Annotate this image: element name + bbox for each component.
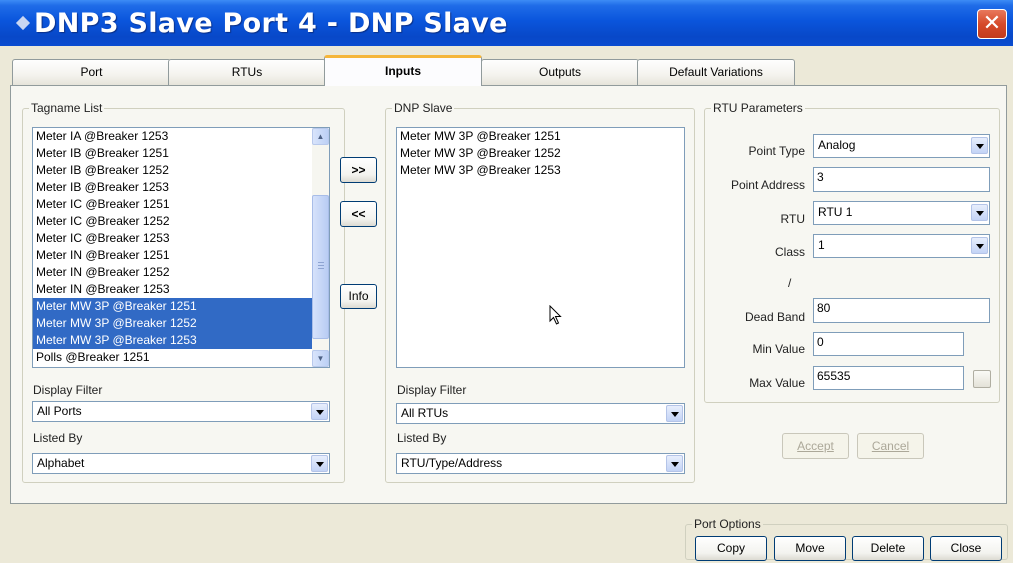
tagname-listbox[interactable]: Meter IA @Breaker 1253 Meter IB @Breaker … — [32, 127, 330, 368]
slave-listed-by-select[interactable]: RTU/Type/Address — [396, 453, 685, 474]
tagname-list-item[interactable]: Meter MW 3P @Breaker 1251 — [33, 298, 312, 315]
rtu-parameters-title: RTU Parameters — [711, 101, 805, 115]
slash-text: / — [788, 276, 792, 290]
point-type-label: Point Type — [748, 144, 805, 158]
mouse-pointer-icon — [549, 305, 562, 325]
class-label: Class — [774, 245, 805, 259]
chevron-down-icon[interactable] — [971, 137, 988, 154]
tab-rtus[interactable]: RTUs — [168, 59, 326, 85]
tagname-list-item[interactable]: Meter IN @Breaker 1252 — [33, 264, 312, 281]
rtu-label: RTU — [780, 212, 805, 226]
rtu-select[interactable]: RTU 1 — [813, 201, 990, 225]
tab-outputs[interactable]: Outputs — [481, 59, 639, 85]
max-value-label: Max Value — [749, 376, 805, 390]
chevron-down-icon[interactable] — [666, 405, 683, 422]
tagname-list-item[interactable]: Meter MW 3P @Breaker 1252 — [33, 315, 312, 332]
point-type-select[interactable]: Analog — [813, 134, 990, 158]
point-type-value: Analog — [818, 138, 856, 152]
tagname-display-filter-label: Display Filter — [33, 383, 103, 397]
class-value: 1 — [818, 238, 825, 252]
move-button[interactable]: Move — [774, 536, 846, 561]
tab-inputs[interactable]: Inputs — [324, 55, 482, 86]
dnp-slave-listbox[interactable]: Meter MW 3P @Breaker 1251 Meter MW 3P @Br… — [396, 127, 685, 368]
tagname-list-item[interactable]: Meter IB @Breaker 1252 — [33, 162, 312, 179]
chevron-down-icon[interactable] — [666, 455, 683, 472]
slave-listed-by-value: RTU/Type/Address — [401, 456, 503, 470]
class-select[interactable]: 1 — [813, 234, 990, 258]
title-bar: DNP3 Slave Port 4 - DNP Slave ✕ — [0, 0, 1013, 46]
min-value-input[interactable]: 0 — [813, 332, 964, 356]
cancel-button[interactable]: Cancel — [857, 433, 924, 459]
rtu-value: RTU 1 — [818, 205, 853, 219]
tagname-list-item[interactable]: Meter IB @Breaker 1251 — [33, 145, 312, 162]
slave-display-filter-value: All RTUs — [401, 406, 449, 420]
chevron-down-icon[interactable] — [311, 403, 328, 420]
copy-button[interactable]: Copy — [695, 536, 767, 561]
dead-band-input[interactable]: 80 — [813, 298, 990, 323]
slave-display-filter-label: Display Filter — [397, 383, 467, 397]
tab-default-variations[interactable]: Default Variations — [637, 59, 795, 85]
point-address-label: Point Address — [730, 178, 805, 192]
tagname-list-item[interactable]: Meter IN @Breaker 1253 — [33, 281, 312, 298]
tagname-list-item[interactable]: Meter IC @Breaker 1251 — [33, 196, 312, 213]
tagname-list-item[interactable]: Meter IB @Breaker 1253 — [33, 179, 312, 196]
inputs-tab-panel: Tagname List Meter IA @Breaker 1253 Meter… — [10, 85, 1007, 504]
dnp-slave-list-item[interactable]: Meter MW 3P @Breaker 1251 — [397, 128, 684, 145]
slave-listed-by-label: Listed By — [397, 431, 447, 445]
tab-port[interactable]: Port — [12, 59, 171, 85]
tagname-listed-by-select[interactable]: Alphabet — [32, 453, 330, 474]
delete-button[interactable]: Delete — [852, 536, 924, 561]
tagname-list-item[interactable]: Polls @Breaker 1251 — [33, 349, 312, 366]
max-value-input[interactable]: 65535 — [813, 366, 964, 390]
tagname-display-filter-value: All Ports — [37, 404, 82, 418]
tagname-list-scrollbar[interactable]: ▲ ▼ — [312, 128, 329, 367]
remove-from-slave-button[interactable]: << — [340, 201, 377, 227]
scroll-down-arrow-icon[interactable]: ▼ — [312, 350, 329, 367]
window-title: DNP3 Slave Port 4 - DNP Slave — [34, 8, 508, 39]
slave-display-filter-select[interactable]: All RTUs — [396, 403, 685, 424]
tagname-list-item[interactable]: Meter IA @Breaker 1253 — [33, 128, 312, 145]
accept-button[interactable]: Accept — [782, 433, 849, 459]
min-value-label: Min Value — [752, 342, 805, 356]
tagname-display-filter-select[interactable]: All Ports — [32, 401, 330, 422]
chevron-down-icon[interactable] — [971, 237, 988, 254]
app-icon — [15, 15, 31, 31]
tagname-list-item[interactable]: Meter IC @Breaker 1252 — [33, 213, 312, 230]
tagname-items: Meter IA @Breaker 1253 Meter IB @Breaker … — [33, 128, 329, 366]
chevron-down-icon[interactable] — [971, 204, 988, 221]
scroll-up-arrow-icon[interactable]: ▲ — [312, 128, 329, 145]
tagname-listed-by-label: Listed By — [33, 431, 83, 445]
add-to-slave-button[interactable]: >> — [340, 157, 377, 183]
scrollbar-thumb[interactable] — [312, 195, 329, 339]
dnp-slave-list-item[interactable]: Meter MW 3P @Breaker 1252 — [397, 145, 684, 162]
tagname-list-item[interactable]: Meter MW 3P @Breaker 1253 — [33, 332, 312, 349]
dnp-slave-title: DNP Slave — [392, 101, 455, 115]
tagname-listed-by-value: Alphabet — [37, 456, 85, 470]
tagname-list-item[interactable]: Meter IN @Breaker 1251 — [33, 247, 312, 264]
dnp-slave-items: Meter MW 3P @Breaker 1251 Meter MW 3P @Br… — [397, 128, 684, 179]
max-value-options-button[interactable] — [973, 370, 991, 388]
dnp-slave-list-item[interactable]: Meter MW 3P @Breaker 1253 — [397, 162, 684, 179]
point-address-input[interactable]: 3 — [813, 167, 990, 192]
chevron-down-icon[interactable] — [311, 455, 328, 472]
info-button[interactable]: Info — [340, 284, 377, 309]
port-options-title: Port Options — [692, 517, 763, 531]
close-window-button[interactable]: ✕ — [977, 9, 1007, 39]
tagname-list-item[interactable]: Meter IC @Breaker 1253 — [33, 230, 312, 247]
dead-band-label: Dead Band — [744, 310, 805, 324]
tagname-list-title: Tagname List — [29, 101, 105, 115]
close-button[interactable]: Close — [930, 536, 1002, 561]
